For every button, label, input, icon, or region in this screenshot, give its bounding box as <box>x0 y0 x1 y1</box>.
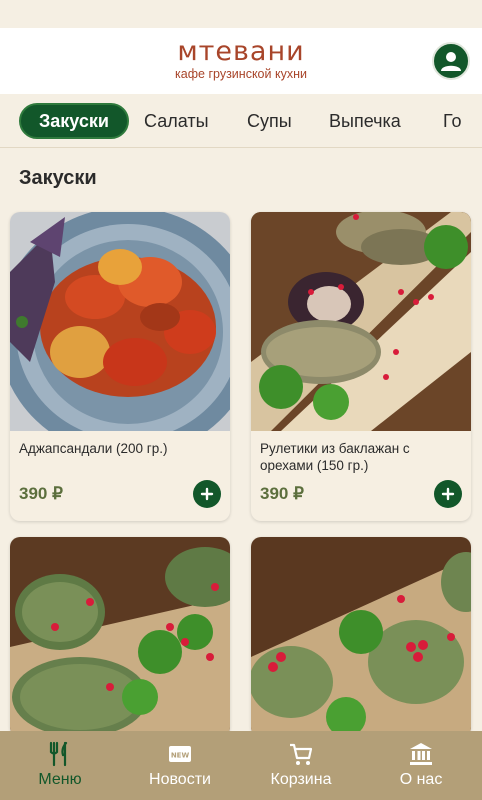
profile-button[interactable] <box>432 42 470 80</box>
product-name: Рулетики из баклажан с орехами (150 гр.) <box>260 441 410 473</box>
product-card[interactable]: Рулетики из баклажан с орехами (150 гр.)… <box>251 212 471 521</box>
product-card[interactable]: Аджапсандали (200 гр.) 390 ₽ <box>10 212 230 521</box>
bottom-navigation: Меню NEW Новости Корзина О нас <box>0 731 482 800</box>
new-badge-icon: NEW <box>169 746 191 762</box>
product-price: 390 ₽ <box>19 484 63 503</box>
plus-icon <box>441 487 455 501</box>
fork-knife-icon <box>49 741 68 767</box>
nav-label: Меню <box>38 771 82 788</box>
product-photo <box>10 212 230 431</box>
product-photo <box>251 537 471 737</box>
bank-building-icon <box>410 743 432 765</box>
product-name: Аджапсандали (200 гр.) <box>19 441 168 456</box>
status-bar <box>0 0 482 28</box>
product-photo <box>251 212 471 431</box>
product-card[interactable] <box>10 537 230 737</box>
brand-name: мтевани <box>177 36 305 67</box>
product-price: 390 ₽ <box>260 484 304 503</box>
app-header: мтевани кафе грузинской кухни <box>0 28 482 94</box>
brand-subtitle: кафе грузинской кухни <box>175 67 307 81</box>
tab-zakuski[interactable]: Закуски <box>19 103 129 139</box>
section-title: Закуски <box>19 167 97 189</box>
plus-icon <box>200 487 214 501</box>
user-avatar-icon <box>441 52 461 71</box>
product-card[interactable] <box>251 537 471 737</box>
nav-menu[interactable]: Меню <box>0 731 120 800</box>
nav-label: Корзина <box>270 771 332 788</box>
nav-about[interactable]: О нас <box>361 731 481 800</box>
svg-text:NEW: NEW <box>171 752 190 760</box>
nav-label: Новости <box>149 771 211 788</box>
add-to-cart-button[interactable] <box>193 480 221 508</box>
cart-icon <box>290 743 313 765</box>
category-tabs: Закуски Салаты Супы Выпечка Го <box>0 94 482 148</box>
tab-vypechka[interactable]: Выпечка <box>329 103 401 139</box>
add-to-cart-button[interactable] <box>434 480 462 508</box>
nav-cart[interactable]: Корзина <box>241 731 361 800</box>
tab-salaty[interactable]: Салаты <box>144 103 209 139</box>
nav-label: О нас <box>399 771 443 788</box>
tab-supy[interactable]: Супы <box>247 103 292 139</box>
brand-logo: мтевани кафе грузинской кухни <box>0 36 482 82</box>
tab-partial[interactable]: Го <box>443 103 462 139</box>
nav-news[interactable]: NEW Новости <box>120 731 240 800</box>
product-photo <box>10 537 230 737</box>
